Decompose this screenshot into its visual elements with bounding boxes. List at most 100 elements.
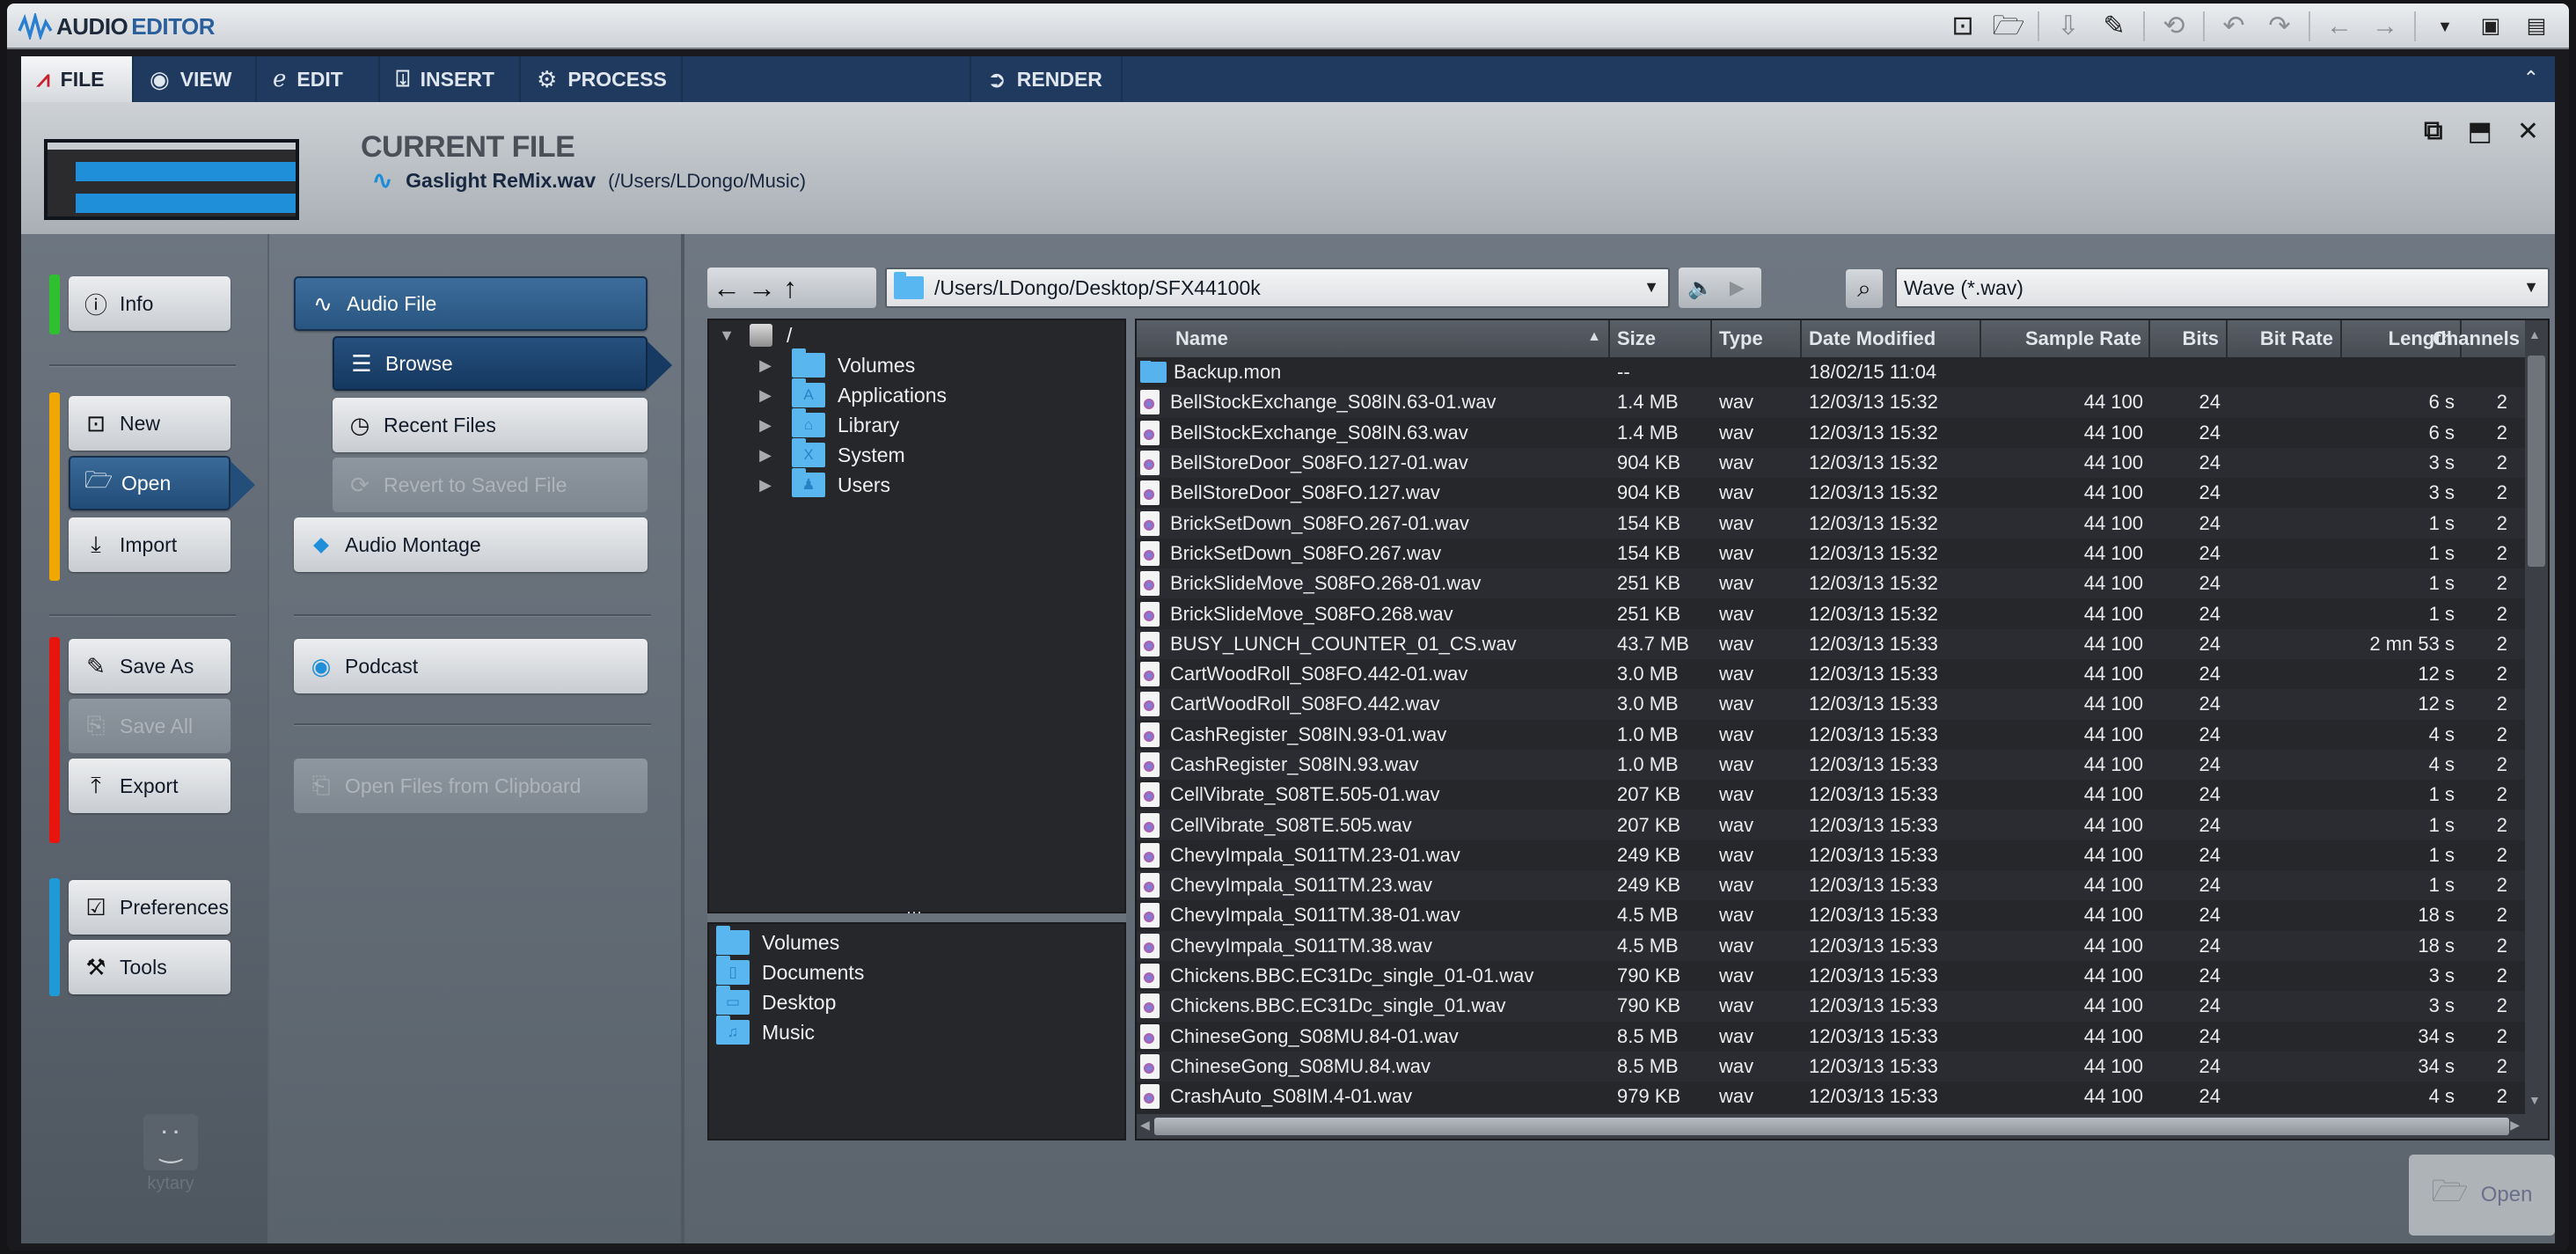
table-row[interactable]: Chickens.BBC.EC31Dc_single_01-01.wav 790 …: [1137, 961, 2527, 991]
save-as-icon[interactable]: ✎: [2097, 10, 2131, 43]
tab-edit[interactable]: e EDIT: [257, 56, 380, 102]
scroll-left-icon[interactable]: ◀: [1140, 1118, 1150, 1133]
collapsed-triangle-icon[interactable]: ▶: [757, 476, 774, 495]
back-icon[interactable]: ←: [2323, 10, 2356, 43]
column-sample-rate[interactable]: Sample Rate: [1981, 320, 2150, 357]
expanded-triangle-icon[interactable]: ▼: [718, 326, 735, 345]
column-channels[interactable]: Channels: [2433, 320, 2527, 357]
audio-montage-button[interactable]: ⬥ Audio Montage: [294, 517, 648, 572]
table-row[interactable]: BrickSetDown_S08FO.267.wav 154 KB wav 12/03…: [1137, 539, 2527, 568]
collapsed-triangle-icon[interactable]: ▶: [757, 416, 774, 435]
table-row[interactable]: CellVibrate_S08TE.505.wav 207 KB wav 12/03/…: [1137, 810, 2527, 840]
dropdown-icon[interactable]: ▼: [2428, 10, 2462, 43]
favorite-desktop[interactable]: ▭ Desktop: [709, 986, 1124, 1017]
revert-to-saved-button[interactable]: ⟳ Revert to Saved File: [333, 458, 648, 512]
table-row[interactable]: CashRegister_S08IN.93-01.wav 1.0 MB wav 12/…: [1137, 720, 2527, 750]
tree-item-users[interactable]: ▶ ♟ Users: [709, 468, 1124, 500]
collapsed-triangle-icon[interactable]: ▶: [757, 446, 774, 465]
column-type[interactable]: Type: [1712, 320, 1802, 357]
table-row[interactable]: ChevyImpala_S011TM.23.wav 249 KB wav 12/03/…: [1137, 870, 2527, 901]
table-row[interactable]: CashRegister_S08IN.93.wav 1.0 MB wav 12/03/…: [1137, 749, 2527, 781]
tab-insert[interactable]: ⍗ INSERT: [380, 56, 521, 102]
table-row[interactable]: CellVibrate_S08TE.505-01.wav 207 KB wav 12/…: [1137, 780, 2527, 810]
favorite-music[interactable]: ♫ Music: [709, 1016, 1124, 1047]
parent-folder-icon[interactable]: ↑: [783, 274, 797, 302]
scroll-right-icon[interactable]: ▶: [2510, 1118, 2520, 1133]
tab-file[interactable]: ⩘ FILE: [21, 56, 134, 102]
table-row[interactable]: CrashAuto_S08IM.4-01.wav 979 KB wav 12/03/1…: [1137, 1082, 2527, 1111]
collapsed-triangle-icon[interactable]: ▶: [757, 386, 774, 405]
scroll-down-icon[interactable]: ▼: [2528, 1093, 2541, 1107]
table-row[interactable]: BrickSlideMove_S08FO.268-01.wav 251 KB wav…: [1137, 568, 2527, 599]
window-layout-icon[interactable]: ▣: [2474, 10, 2507, 43]
table-row[interactable]: CartWoodRoll_S08FO.442.wav 3.0 MB wav 12/03…: [1137, 689, 2527, 720]
recent-files-button[interactable]: ◷ Recent Files: [333, 398, 648, 452]
close-icon[interactable]: ✕: [2517, 116, 2539, 147]
table-row[interactable]: BrickSetDown_S08FO.267-01.wav 154 KB wav 12…: [1137, 508, 2527, 539]
column-size[interactable]: Size: [1610, 320, 1712, 357]
vertical-scrollbar[interactable]: ▲ ▼: [2525, 320, 2548, 1114]
tools-button[interactable]: ⚒ Tools: [69, 940, 231, 994]
back-icon[interactable]: ←: [713, 274, 741, 302]
redo-icon[interactable]: ↷: [2263, 10, 2296, 43]
panel-splitter[interactable]: [707, 903, 1126, 922]
open-button[interactable]: 🗁 Open: [69, 456, 255, 510]
path-dropdown[interactable]: /Users/LDongo/Desktop/SFX44100k ▼: [885, 268, 1670, 308]
table-row[interactable]: ChineseGong_S08MU.84.wav 8.5 MB wav 12/03/1…: [1137, 1051, 2527, 1082]
scrollbar-thumb[interactable]: [1154, 1118, 2509, 1135]
tree-item-root[interactable]: ▼ /: [709, 320, 1124, 350]
speaker-icon[interactable]: 🔈: [1687, 275, 1714, 301]
tree-item-library[interactable]: ▶ ⌂ Library: [709, 408, 1124, 440]
tab-render[interactable]: ➲ RENDER: [970, 56, 1123, 102]
table-row[interactable]: ChineseGong_S08MU.84-01.wav 8.5 MB wav 12/0…: [1137, 1022, 2527, 1052]
open-file-button[interactable]: 🗁 Open: [2409, 1155, 2555, 1236]
import-button[interactable]: ⤓ Import: [69, 517, 231, 572]
forward-icon[interactable]: →: [2368, 10, 2402, 43]
column-bits[interactable]: Bits: [2150, 320, 2228, 357]
favorite-volumes[interactable]: Volumes: [709, 926, 1124, 957]
collapse-ribbon-icon[interactable]: ⌃: [2523, 67, 2539, 90]
preferences-button[interactable]: ☑ Preferences: [69, 880, 231, 935]
table-row[interactable]: ChevyImpala_S011TM.23-01.wav 249 KB wav 12/…: [1137, 840, 2527, 870]
revert-icon[interactable]: ⟲: [2157, 10, 2191, 43]
panel-layout-icon[interactable]: ▤: [2520, 10, 2553, 43]
table-row[interactable]: ChevyImpala_S011TM.38-01.wav 4.5 MB wav 12/…: [1137, 900, 2527, 930]
save-as-button[interactable]: ✎ Save As: [69, 639, 231, 693]
scroll-up-icon[interactable]: ▲: [2528, 327, 2541, 341]
open-from-clipboard-button[interactable]: ⎗ Open Files from Clipboard: [294, 759, 648, 813]
file-type-filter[interactable]: Wave (*.wav) ▼: [1895, 268, 2550, 308]
table-row[interactable]: Backup.mon -- 18/02/15 11:04: [1137, 357, 2527, 387]
table-row[interactable]: ChevyImpala_S011TM.38.wav 4.5 MB wav 12/03/…: [1137, 930, 2527, 961]
tree-item-applications[interactable]: ▶ A Applications: [709, 378, 1124, 410]
table-row[interactable]: CartWoodRoll_S08FO.442-01.wav 3.0 MB wav 12…: [1137, 659, 2527, 689]
new-button[interactable]: ⊡ New: [69, 396, 231, 451]
table-row[interactable]: BellStockExchange_S08IN.63.wav 1.4 MB wav 1…: [1137, 418, 2527, 448]
info-button[interactable]: ⓘ Info: [69, 276, 231, 331]
column-bit-rate[interactable]: Bit Rate: [2228, 320, 2342, 357]
column-date-modified[interactable]: Date Modified: [1802, 320, 1981, 357]
tree-item-system[interactable]: ▶ X System: [709, 438, 1124, 470]
waveform-thumbnail[interactable]: [44, 139, 299, 220]
tab-process[interactable]: ⚙ PROCESS: [521, 56, 683, 102]
table-row[interactable]: BUSY_LUNCH_COUNTER_01_CS.wav 43.7 MB wav 12…: [1137, 628, 2527, 659]
forward-icon[interactable]: →: [748, 274, 776, 302]
play-icon[interactable]: ▶: [1730, 276, 1745, 299]
export-button[interactable]: ⤒ Export: [69, 759, 231, 813]
horizontal-scrollbar[interactable]: ◀ ▶: [1137, 1114, 2548, 1139]
collapsed-triangle-icon[interactable]: ▶: [757, 356, 774, 375]
new-file-icon[interactable]: ⊡: [1946, 10, 1980, 43]
restore-icon[interactable]: ⧉: [2424, 116, 2442, 147]
open-folder-icon[interactable]: 🗁: [1992, 10, 2025, 43]
table-row[interactable]: Chickens.BBC.EC31Dc_single_01.wav 790 KB w…: [1137, 991, 2527, 1022]
tab-view[interactable]: ◉ VIEW: [134, 56, 257, 102]
search-button[interactable]: ⌕: [1846, 269, 1883, 308]
detach-icon[interactable]: ⬒: [2468, 116, 2492, 147]
table-row[interactable]: BrickSlideMove_S08FO.268.wav 251 KB wav 12/…: [1137, 598, 2527, 628]
table-row[interactable]: BellStoreDoor_S08FO.127-01.wav 904 KB wav 1…: [1137, 447, 2527, 479]
audio-file-button[interactable]: ∿ Audio File: [294, 276, 648, 331]
browse-button[interactable]: ☰ Browse: [333, 336, 672, 391]
podcast-button[interactable]: ◉ Podcast: [294, 639, 648, 693]
column-name[interactable]: Name ▲: [1137, 320, 1610, 357]
save-icon[interactable]: ⇩: [2052, 10, 2085, 43]
table-row[interactable]: BellStoreDoor_S08FO.127.wav 904 KB wav 12/0…: [1137, 478, 2527, 508]
